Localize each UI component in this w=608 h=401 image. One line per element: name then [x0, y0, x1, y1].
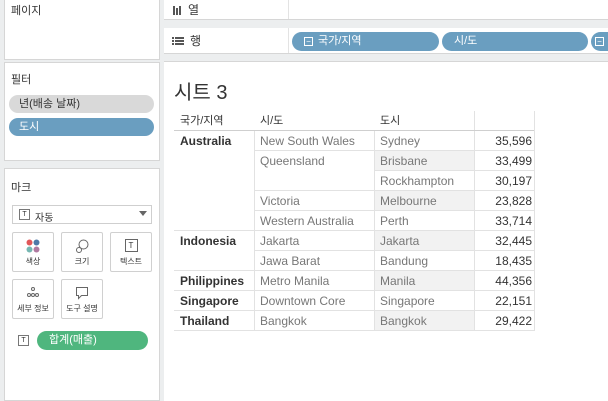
state-cell[interactable]: Downtown Core: [260, 291, 345, 311]
row-pill-state[interactable]: 시/도: [442, 32, 588, 51]
tooltip-button[interactable]: 도구 설명: [61, 279, 103, 319]
collapse-icon: −: [304, 36, 313, 46]
text-icon: T: [124, 239, 138, 252]
state-cell[interactable]: Queensland: [260, 151, 325, 171]
header-country[interactable]: 국가/지역: [180, 111, 224, 131]
text-button[interactable]: T 텍스트: [110, 232, 152, 272]
city-cell[interactable]: Sydney: [380, 131, 420, 151]
detail-icon: [27, 287, 39, 297]
sales-value-cell[interactable]: 22,151: [495, 291, 532, 311]
table-gridline: [534, 111, 535, 331]
columns-shelf[interactable]: 열: [164, 0, 608, 20]
marks-title: 마크: [11, 182, 32, 194]
size-label: 크기: [74, 257, 90, 266]
text-mark-card-icon: T: [18, 335, 29, 346]
state-cell[interactable]: New South Wales: [260, 131, 355, 151]
city-cell[interactable]: Manila: [380, 271, 415, 291]
sheet-canvas[interactable]: 시트 3 국가/지역 시/도 도시 Australia New South Wal…: [164, 61, 608, 401]
text-label: 텍스트: [119, 257, 143, 266]
table-gridline: [474, 111, 475, 331]
marks-panel[interactable]: 마크 T 자동 색상 크기 T 텍스트 세부 정보 도구 설명 T 합계(매출): [4, 168, 160, 401]
chevron-down-icon: [139, 211, 147, 216]
filter-pill-city[interactable]: 도시: [9, 118, 154, 136]
country-cell[interactable]: Australia: [180, 131, 231, 151]
tooltip-label: 도구 설명: [66, 304, 98, 313]
tooltip-icon: [76, 287, 88, 300]
filter-pill-year[interactable]: 년(배송 날짜): [9, 95, 154, 113]
sales-value-cell[interactable]: 30,197: [495, 171, 532, 191]
header-city[interactable]: 도시: [380, 111, 400, 131]
sales-value-cell[interactable]: 35,596: [495, 131, 532, 151]
country-cell[interactable]: Philippines: [180, 271, 244, 291]
crosstab-table: 국가/지역 시/도 도시 Australia New South Wales Syd…: [174, 111, 535, 331]
measure-pill-sum-sales[interactable]: 합계(매출): [37, 331, 148, 350]
rows-icon: [172, 36, 184, 45]
city-cell[interactable]: Rockhampton: [380, 171, 454, 191]
city-cell[interactable]: Singapore: [380, 291, 435, 311]
filters-panel[interactable]: 필터 년(배송 날짜) 도시: [4, 62, 160, 161]
sales-value-cell[interactable]: 18,435: [495, 251, 532, 271]
sales-value-cell[interactable]: 23,828: [495, 191, 532, 211]
rows-label: 행: [190, 34, 202, 48]
sales-value-cell[interactable]: 33,714: [495, 211, 532, 231]
header-state[interactable]: 시/도: [260, 111, 283, 131]
sales-value-cell[interactable]: 44,356: [495, 271, 532, 291]
state-cell[interactable]: Jawa Barat: [260, 251, 320, 271]
row-pill-city-partial[interactable]: −: [591, 32, 608, 51]
city-cell[interactable]: Bandung: [380, 251, 428, 271]
state-cell[interactable]: Western Australia: [260, 211, 354, 231]
text-mark-icon: T: [19, 209, 30, 220]
city-cell[interactable]: Bangkok: [380, 311, 427, 331]
sales-value-cell[interactable]: 33,499: [495, 151, 532, 171]
columns-label: 열: [188, 3, 200, 17]
state-cell[interactable]: Jakarta: [260, 231, 299, 251]
city-cell[interactable]: Perth: [380, 211, 409, 231]
row-pill-country-label: 국가/지역: [318, 35, 362, 47]
state-cell[interactable]: Metro Manila: [260, 271, 329, 291]
pages-panel[interactable]: 페이지: [4, 0, 160, 60]
mark-type-dropdown[interactable]: T 자동: [12, 205, 152, 224]
pages-title: 페이지: [11, 5, 42, 17]
sales-value-cell[interactable]: 29,422: [495, 311, 532, 331]
columns-icon: [173, 5, 181, 15]
filters-title: 필터: [11, 74, 32, 86]
size-button[interactable]: 크기: [61, 232, 103, 272]
mark-type-value: 자동: [35, 213, 54, 224]
country-cell[interactable]: Indonesia: [180, 231, 236, 251]
city-cell[interactable]: Brisbane: [380, 151, 427, 171]
color-label: 색상: [25, 257, 41, 266]
row-pill-country[interactable]: − 국가/지역: [292, 32, 439, 51]
size-icon: [76, 239, 89, 253]
country-cell[interactable]: Thailand: [180, 311, 229, 331]
state-cell[interactable]: Victoria: [260, 191, 300, 211]
color-icon: [26, 239, 40, 253]
sheet-title: 시트 3: [174, 82, 228, 104]
state-cell[interactable]: Bangkok: [260, 311, 307, 331]
color-button[interactable]: 색상: [12, 232, 54, 272]
rows-shelf[interactable]: 행 − 국가/지역 시/도 −: [164, 28, 608, 54]
city-cell[interactable]: Jakarta: [380, 231, 419, 251]
sales-value-cell[interactable]: 32,445: [495, 231, 532, 251]
table-gridline: [254, 131, 255, 331]
detail-label: 세부 정보: [17, 304, 49, 313]
collapse-icon: −: [595, 36, 604, 46]
city-cell[interactable]: Melbourne: [380, 191, 437, 211]
detail-button[interactable]: 세부 정보: [12, 279, 54, 319]
country-cell[interactable]: Singapore: [180, 291, 239, 311]
